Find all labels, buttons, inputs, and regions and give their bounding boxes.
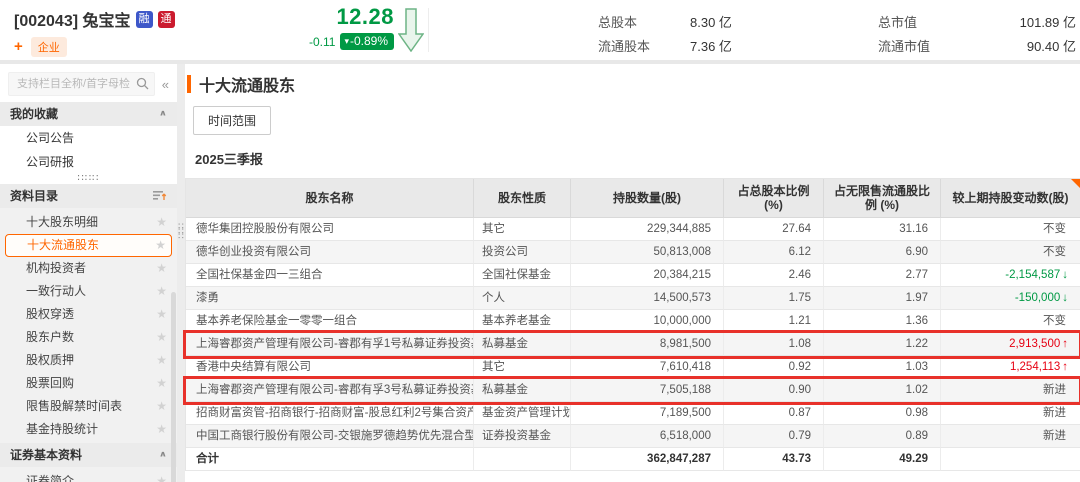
margin-trading-badge: 融 — [136, 11, 153, 28]
favorites-title: 我的收藏 — [10, 102, 58, 126]
up-arrow-icon: ↑ — [1062, 338, 1068, 350]
table-total-row: 合计 362,847,287 43.73 49.29 — [186, 448, 1080, 471]
header-divider — [428, 8, 429, 52]
directory-list: 十大股东明细★ 十大流通股东★ 机构投资者★ 一致行动人★ 股权穿透★ 股东户数… — [0, 208, 177, 443]
sidebar: « 我的收藏 ∧ 公司公告 公司研报 ∷∷∷ 资料目录 十大股东明细★ — [0, 64, 177, 482]
table-row-highlighted: 上海睿郡资产管理有限公司-睿郡有孚3号私募证券投资基金 私募基金 7,505,1… — [186, 379, 1080, 402]
star-icon[interactable]: ★ — [156, 372, 167, 395]
page-title: 十大流通股东 — [199, 72, 295, 96]
main-content: 十大流通股东 时间范围 2025三季报 股东名称 股东性质 持股数量(股) 占总… — [185, 64, 1080, 482]
stat-value: 101.89 亿 — [970, 12, 1076, 31]
sidebar-search-input[interactable] — [8, 72, 155, 96]
table-header-row: 股东名称 股东性质 持股数量(股) 占总股本比例(%) 占无限售流通股比例 (%… — [186, 179, 1080, 218]
period-title: 2025三季报 — [195, 149, 1080, 168]
table-row: 香港中央结算有限公司 其它 7,610,418 0.92 1.03 1,254,… — [186, 356, 1080, 379]
table-row: 中国工商银行股份有限公司-交银施罗德趋势优先混合型证... 证券投资基金 6,5… — [186, 425, 1080, 448]
basic-info-section-header[interactable]: 证券基本资料 ∧ — [0, 443, 177, 467]
app-window: [002043] 兔宝宝 融 通 + 企业 12.28 -0.11 ▾-0.89… — [0, 0, 1080, 482]
add-watchlist-icon[interactable]: + — [14, 40, 23, 54]
splitter-drag-handle-icon[interactable]: ∷∷∷ — [177, 224, 185, 239]
col-header-shares-held: 持股数量(股) — [571, 179, 724, 218]
price-change: -0.11 — [309, 35, 335, 49]
table-row: 漆勇 个人 14,500,573 1.75 1.97 -150,000↓ — [186, 287, 1080, 310]
price-down-arrow-icon — [398, 8, 424, 52]
sidebar-splitter[interactable]: ∷∷∷ — [177, 64, 185, 482]
sidebar-scrollbar-thumb[interactable] — [171, 292, 176, 482]
favorites-section-header[interactable]: 我的收藏 ∧ — [0, 102, 177, 126]
down-arrow-icon: ↓ — [1062, 269, 1068, 281]
stat-value: 90.40 亿 — [970, 36, 1076, 55]
price-change-pct: -0.89% — [350, 34, 388, 48]
basic-info-title: 证券基本资料 — [10, 443, 82, 467]
table-row: 德华创业投资有限公司 投资公司 50,813,008 6.12 6.90 不变 — [186, 241, 1080, 264]
price-change-pct-pill: ▾-0.89% — [340, 33, 394, 50]
table-corner-marker-icon — [1071, 179, 1080, 188]
down-arrow-icon: ↓ — [1062, 292, 1068, 304]
time-range-button[interactable]: 时间范围 — [193, 106, 271, 135]
title-accent-bar — [187, 75, 191, 93]
stat-label: 流通市值 — [878, 36, 970, 55]
col-header-pct-total: 占总股本比例(%) — [724, 179, 824, 218]
star-icon[interactable]: ★ — [156, 418, 167, 441]
star-icon[interactable]: ★ — [155, 235, 166, 256]
basic-info-list: 证券简介★ — [0, 467, 177, 482]
star-icon[interactable]: ★ — [156, 257, 167, 280]
sidebar-item-company-announcements[interactable]: 公司公告 — [0, 126, 177, 150]
stat-label: 总股本 — [598, 12, 690, 31]
col-header-change: 较上期持股变动数(股) — [941, 179, 1080, 218]
up-arrow-icon: ↑ — [1062, 361, 1068, 373]
star-icon[interactable]: ★ — [156, 470, 167, 482]
star-icon[interactable]: ★ — [156, 280, 167, 303]
sidebar-collapse-icon[interactable]: « — [160, 77, 171, 92]
search-icon[interactable] — [136, 77, 149, 90]
table-row: 全国社保基金四一三组合 全国社保基金 20,384,215 2.46 2.77 … — [186, 264, 1080, 287]
col-header-shareholder-nature: 股东性质 — [474, 179, 571, 218]
stat-value: 8.30 亿 — [690, 12, 800, 31]
stock-header-bar: [002043] 兔宝宝 融 通 + 企业 12.28 -0.11 ▾-0.89… — [0, 0, 1080, 60]
sidebar-item-top10-float-shareholders[interactable]: 十大流通股东★ — [5, 234, 172, 257]
sidebar-item-concerted-actors[interactable]: 一致行动人★ — [0, 280, 177, 303]
sort-icon[interactable] — [153, 190, 167, 202]
col-header-shareholder-name: 股东名称 — [186, 179, 474, 218]
directory-title: 资料目录 — [10, 184, 58, 208]
directory-section-header[interactable]: 资料目录 — [0, 184, 177, 208]
sidebar-item-institutional-investors[interactable]: 机构投资者★ — [0, 257, 177, 280]
sidebar-item-share-buyback[interactable]: 股票回购★ — [0, 372, 177, 395]
sidebar-item-equity-penetration[interactable]: 股权穿透★ — [0, 303, 177, 326]
sidebar-item-fund-holdings-stats[interactable]: 基金持股统计★ — [0, 418, 177, 441]
chevron-up-icon[interactable]: ∧ — [159, 445, 167, 464]
star-icon[interactable]: ★ — [156, 349, 167, 372]
star-icon[interactable]: ★ — [156, 211, 167, 234]
shareholders-table: 股东名称 股东性质 持股数量(股) 占总股本比例(%) 占无限售流通股比例 (%… — [185, 178, 1080, 471]
table-row: 招商财富资管-招商银行-招商财富-股息红利2号集合资产管... 基金资产管理计划… — [186, 402, 1080, 425]
star-icon[interactable]: ★ — [156, 303, 167, 326]
sidebar-item-lockup-release-schedule[interactable]: 限售股解禁时间表★ — [0, 395, 177, 418]
star-icon[interactable]: ★ — [156, 395, 167, 418]
stat-value: 7.36 亿 — [690, 36, 800, 55]
sidebar-item-shareholder-count[interactable]: 股东户数★ — [0, 326, 177, 349]
section-resize-handle-icon[interactable]: ∷∷∷ — [0, 174, 177, 184]
sidebar-item-security-profile[interactable]: 证券简介★ — [0, 470, 177, 482]
table-row: 德华集团控股股份有限公司 其它 229,344,885 27.64 31.16 … — [186, 218, 1080, 241]
col-header-pct-float: 占无限售流通股比例 (%) — [824, 179, 941, 218]
star-icon[interactable]: ★ — [156, 326, 167, 349]
stat-label: 总市值 — [878, 12, 970, 31]
stock-code-name: [002043] 兔宝宝 — [14, 7, 131, 31]
chevron-up-icon[interactable]: ∧ — [159, 104, 167, 123]
sidebar-item-equity-pledge[interactable]: 股权质押★ — [0, 349, 177, 372]
last-price: 12.28 — [282, 4, 394, 30]
stock-connect-badge: 通 — [158, 11, 175, 28]
table-row-highlighted: 上海睿郡资产管理有限公司-睿郡有孚1号私募证券投资基金 私募基金 8,981,5… — [186, 333, 1080, 356]
sidebar-item-company-research[interactable]: 公司研报 — [0, 150, 177, 174]
table-row: 基本养老保险基金一零零一组合 基本养老基金 10,000,000 1.21 1.… — [186, 310, 1080, 333]
down-caret-icon: ▾ — [344, 36, 349, 47]
enterprise-tag[interactable]: 企业 — [31, 37, 67, 57]
sidebar-item-top10-shareholders[interactable]: 十大股东明细★ — [0, 211, 177, 234]
stat-label: 流通股本 — [598, 36, 690, 55]
